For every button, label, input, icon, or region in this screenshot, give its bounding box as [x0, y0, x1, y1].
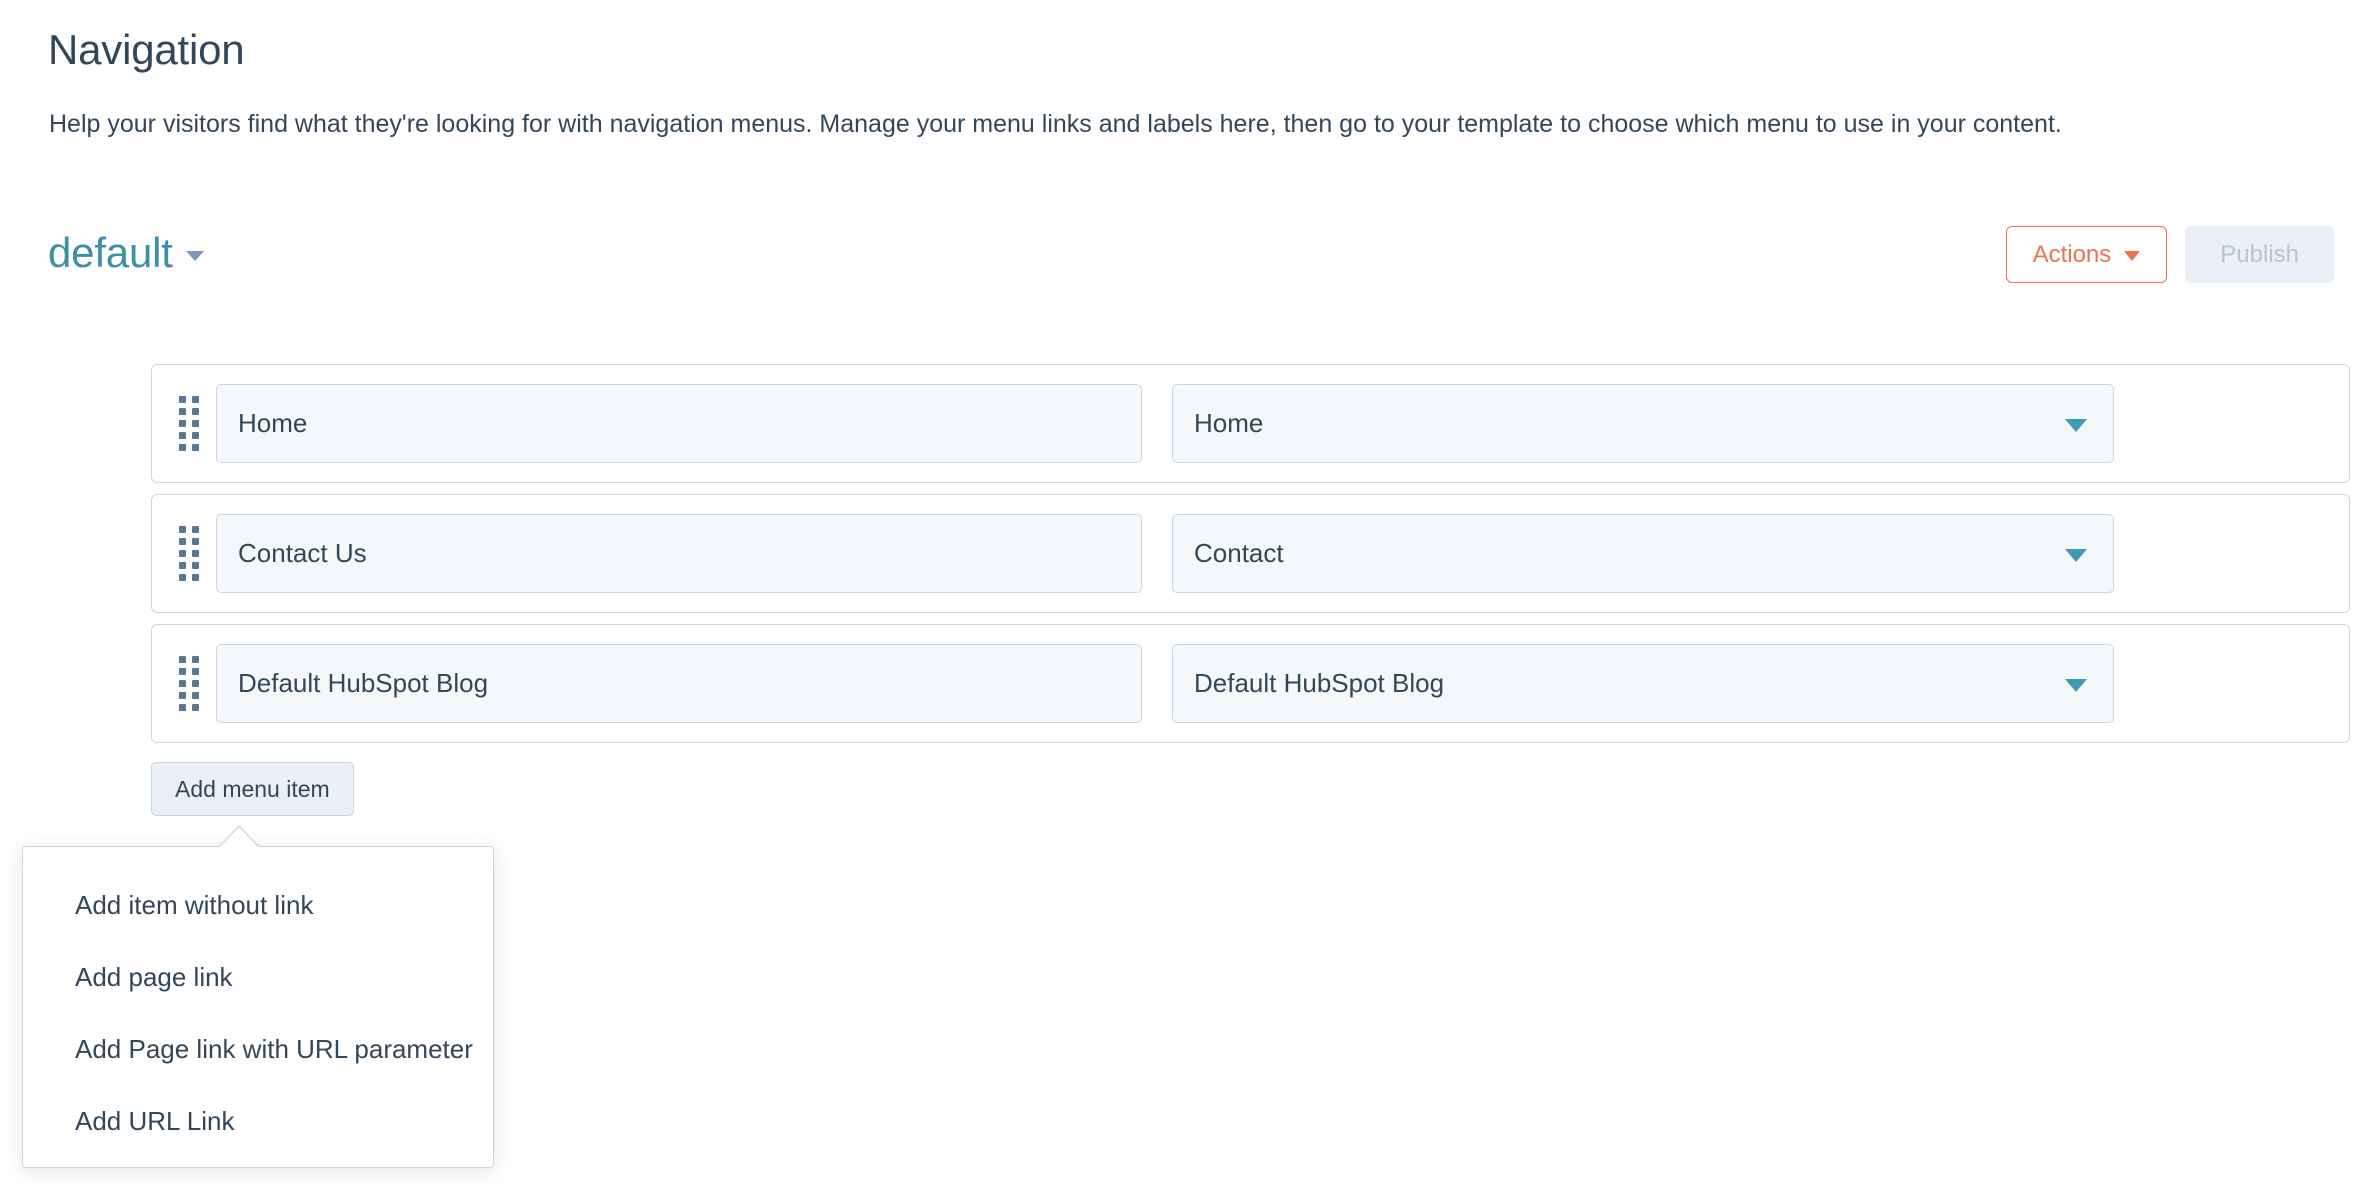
drag-dots-glyph [179, 396, 199, 451]
publish-button[interactable]: Publish [2185, 226, 2334, 283]
menu-item-label: Add page link [75, 961, 233, 992]
menu-items-list: Home Home Contact Us Contact Default Hub… [151, 364, 2350, 754]
menu-item-add-url-link[interactable]: Add URL Link [23, 1085, 493, 1157]
actions-button[interactable]: Actions [2005, 226, 2168, 283]
navigation-settings-page: Navigation Help your visitors find what … [0, 0, 2376, 1194]
menu-item-label: Add URL Link [75, 1105, 235, 1136]
drag-dots-glyph [179, 656, 199, 711]
publish-button-label: Publish [2220, 240, 2299, 268]
menu-item-add-without-link[interactable]: Add item without link [23, 869, 493, 941]
add-menu-item-button[interactable]: Add menu item [151, 762, 354, 816]
drag-dots-icon[interactable] [166, 396, 212, 451]
menu-item-link-select[interactable]: Contact [1172, 514, 2114, 593]
menu-selector-dropdown[interactable]: default [48, 226, 204, 280]
menu-item-link-select[interactable]: Home [1172, 384, 2114, 463]
menu-item-add-page-link-url-param[interactable]: Add Page link with URL parameter [23, 1013, 493, 1085]
add-menu-item-popover: Add item without link Add page link Add … [22, 825, 494, 1168]
table-row: Home Home [151, 364, 2350, 483]
add-menu-item-label: Add menu item [175, 775, 330, 802]
chevron-down-icon [185, 251, 204, 261]
caret-down-icon [2065, 548, 2087, 562]
menu-item-label-input[interactable]: Home [216, 384, 1142, 463]
menu-toolbar: default Actions Publish [0, 226, 2376, 288]
menu-item-label: Add item without link [75, 889, 314, 920]
caret-down-icon [2065, 678, 2087, 692]
drag-dots-glyph [179, 526, 199, 581]
caret-down-icon [2065, 418, 2087, 432]
actions-button-label: Actions [2032, 240, 2112, 268]
menu-item-link-value: Contact [1194, 538, 1284, 568]
table-row: Default HubSpot Blog Default HubSpot Blo… [151, 624, 2350, 743]
page-title: Navigation [48, 26, 245, 74]
caret-down-icon [2124, 251, 2141, 261]
popover-arrow-icon [218, 825, 260, 849]
menu-item-add-page-link[interactable]: Add page link [23, 941, 493, 1013]
menu-item-link-value: Default HubSpot Blog [1194, 668, 1445, 698]
drag-dots-icon[interactable] [166, 656, 212, 711]
selected-menu-name: default [48, 229, 173, 276]
page-description: Help your visitors find what they're loo… [49, 110, 2062, 138]
menu-item-label: Add Page link with URL parameter [75, 1033, 473, 1064]
menu-item-link-value: Home [1194, 408, 1264, 438]
drag-dots-icon[interactable] [166, 526, 212, 581]
header-action-buttons: Actions Publish [2005, 226, 2334, 283]
table-row: Contact Us Contact [151, 494, 2350, 613]
menu-item-label-input[interactable]: Contact Us [216, 514, 1142, 593]
menu-item-label-input[interactable]: Default HubSpot Blog [216, 644, 1142, 723]
menu-item-link-select[interactable]: Default HubSpot Blog [1172, 644, 2114, 723]
